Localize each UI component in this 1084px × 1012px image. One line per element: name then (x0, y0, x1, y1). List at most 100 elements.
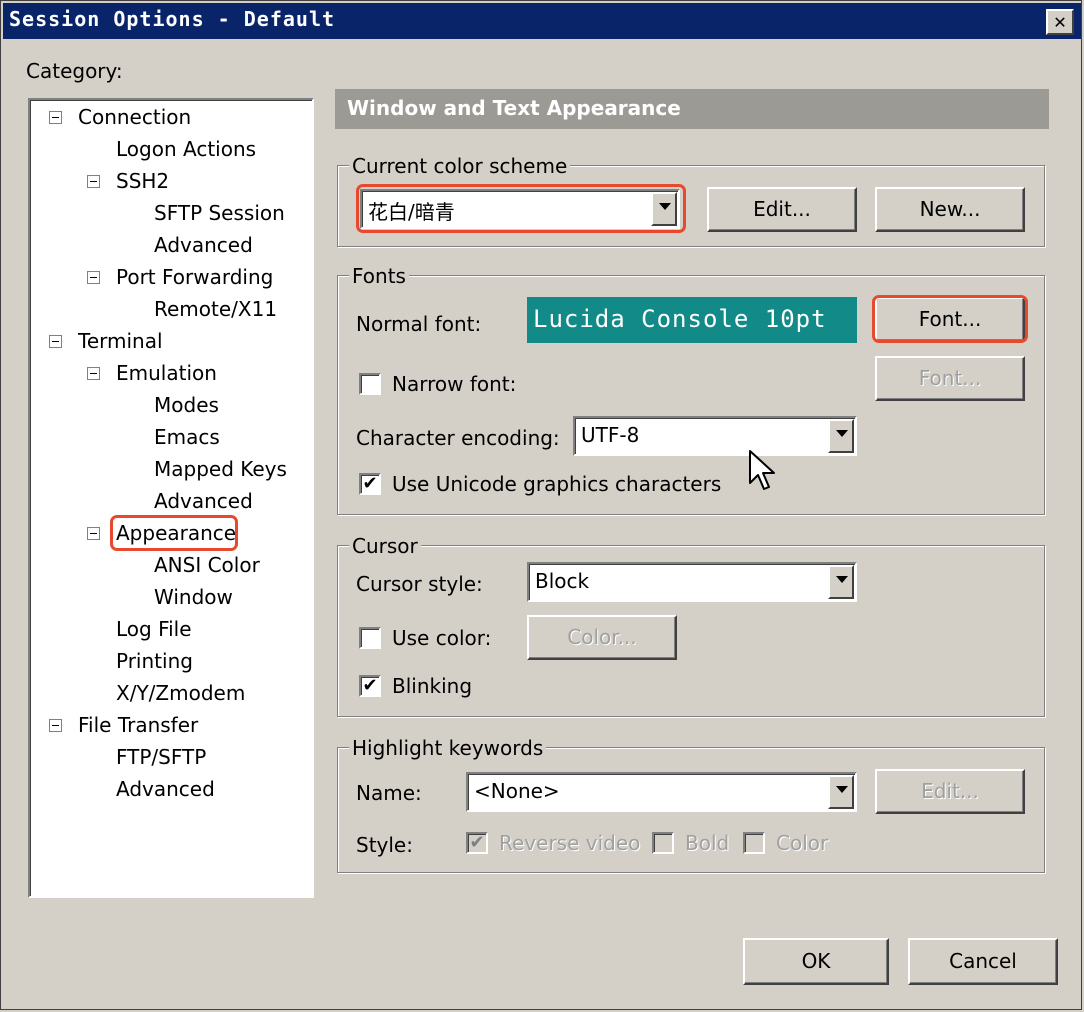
normal-font-button[interactable]: Font... (875, 297, 1025, 342)
use-color-label: Use color: (392, 626, 492, 650)
tree-item-label: Port Forwarding (116, 265, 274, 289)
chevron-down-icon[interactable] (651, 192, 677, 226)
cursor-group-title: Cursor (349, 534, 421, 558)
collapse-icon[interactable] (87, 175, 100, 188)
color-scheme-group-title: Current color scheme (349, 154, 571, 178)
tree-item-label: Window (154, 585, 233, 609)
tree-item[interactable]: FTP/SFTP (30, 742, 310, 772)
blinking-checkbox[interactable]: ✔ (359, 675, 381, 697)
tree-item[interactable]: Advanced (30, 230, 310, 260)
tree-item-label: FTP/SFTP (116, 745, 207, 769)
narrow-font-button[interactable]: Font... (875, 356, 1025, 401)
tree-item[interactable]: Terminal (30, 326, 310, 356)
collapse-icon[interactable] (49, 111, 62, 124)
tree-item-label: Advanced (116, 777, 215, 801)
cancel-button[interactable]: Cancel (908, 938, 1058, 985)
tree-item[interactable]: ANSI Color (30, 550, 310, 580)
tree-item-label: ANSI Color (154, 553, 260, 577)
tree-item-label: Connection (78, 105, 192, 129)
session-options-dialog: Session Options - Default ✕ Category: Co… (0, 0, 1082, 1010)
color-scheme-select[interactable]: 花白/暗青 (360, 189, 680, 229)
tree-item-label: File Transfer (78, 713, 199, 737)
color-checkbox[interactable] (743, 832, 765, 854)
tree-item[interactable]: Connection (30, 102, 310, 132)
category-label: Category: (26, 59, 123, 83)
color-scheme-value: 花白/暗青 (368, 200, 455, 224)
narrow-font-label: Narrow font: (392, 372, 517, 396)
tree-item-label: Appearance (116, 521, 237, 545)
tree-item[interactable]: Advanced (30, 486, 310, 516)
use-color-checkbox[interactable] (359, 627, 381, 649)
reverse-video-label: Reverse video (499, 831, 641, 855)
unicode-graphics-checkbox[interactable]: ✔ (359, 473, 381, 495)
tree-item[interactable]: Modes (30, 390, 310, 420)
panel-title: Window and Text Appearance (347, 96, 681, 120)
reverse-video-checkbox[interactable]: ✔ (466, 832, 488, 854)
tree-item-label: Advanced (154, 489, 253, 513)
tree-item[interactable]: Port Forwarding (30, 262, 310, 292)
color-scheme-edit-button[interactable]: Edit... (707, 187, 857, 232)
narrow-font-checkbox[interactable] (359, 373, 381, 395)
encoding-value: UTF-8 (581, 423, 640, 447)
tree-item[interactable]: Advanced (30, 774, 310, 804)
collapse-icon[interactable] (87, 367, 100, 380)
tree-item-label: Mapped Keys (154, 457, 287, 481)
chevron-down-icon[interactable] (828, 775, 854, 809)
tree-item[interactable]: File Transfer (30, 710, 310, 740)
tree-item[interactable]: X/Y/Zmodem (30, 678, 310, 708)
tree-item[interactable]: Emacs (30, 422, 310, 452)
panel-header: Window and Text Appearance (335, 89, 1049, 129)
checkmark-icon: ✔ (362, 675, 378, 696)
highlight-keywords-group-title: Highlight keywords (349, 736, 547, 760)
tree-item[interactable]: Remote/X11 (30, 294, 310, 324)
close-button[interactable]: ✕ (1046, 9, 1074, 35)
tree-item-label: SFTP Session (154, 201, 285, 225)
encoding-label: Character encoding: (356, 426, 560, 450)
ok-button[interactable]: OK (743, 938, 889, 985)
tree-item[interactable]: Log File (30, 614, 310, 644)
close-icon: ✕ (1053, 9, 1067, 33)
title-bar[interactable]: Session Options - Default ✕ (3, 3, 1081, 39)
tree-item-label: Modes (154, 393, 219, 417)
collapse-icon[interactable] (49, 719, 62, 732)
tree-item-label: Terminal (78, 329, 163, 353)
chevron-down-icon[interactable] (828, 419, 854, 453)
tree-item[interactable]: SFTP Session (30, 198, 310, 228)
tree-item[interactable]: Printing (30, 646, 310, 676)
checkmark-icon: ✔ (362, 473, 378, 494)
tree-item-label: Log File (116, 617, 192, 641)
tree-item[interactable]: SSH2 (30, 166, 310, 196)
tree-item-label: Remote/X11 (154, 297, 278, 321)
tree-item[interactable]: Logon Actions (30, 134, 310, 164)
collapse-icon[interactable] (49, 335, 62, 348)
collapse-icon[interactable] (87, 271, 100, 284)
cursor-color-button[interactable]: Color... (527, 615, 677, 660)
collapse-icon[interactable] (87, 527, 100, 540)
unicode-graphics-label: Use Unicode graphics characters (392, 472, 722, 496)
tree-item-label: Printing (116, 649, 193, 673)
color-scheme-new-button[interactable]: New... (875, 187, 1025, 232)
highlight-style-label: Style: (356, 833, 413, 857)
normal-font-label: Normal font: (356, 312, 482, 336)
highlight-name-select[interactable]: <None> (466, 772, 857, 812)
tree-item-label: Emacs (154, 425, 220, 449)
encoding-select[interactable]: UTF-8 (573, 416, 857, 456)
tree-item[interactable]: Emulation (30, 358, 310, 388)
chevron-down-icon[interactable] (828, 565, 854, 599)
tree-item-label: Logon Actions (116, 137, 257, 161)
bold-label: Bold (685, 831, 730, 855)
highlight-name-label: Name: (356, 781, 422, 805)
tree-item[interactable]: Mapped Keys (30, 454, 310, 484)
tree-item-label: X/Y/Zmodem (116, 681, 246, 705)
bold-checkbox[interactable] (652, 832, 674, 854)
tree-item-label: SSH2 (116, 169, 170, 193)
category-tree[interactable]: Connection Logon Actions SSH2 SFTP Session A… (28, 98, 314, 898)
tree-item-label: Advanced (154, 233, 253, 257)
tree-item[interactable]: Window (30, 582, 310, 612)
tree-item-label: Emulation (116, 361, 217, 385)
cursor-style-label: Cursor style: (356, 572, 483, 596)
highlight-edit-button[interactable]: Edit... (875, 769, 1025, 814)
tree-item[interactable]: Appearance (30, 518, 310, 548)
checkmark-icon: ✔ (469, 832, 485, 853)
cursor-style-select[interactable]: Block (527, 562, 857, 602)
